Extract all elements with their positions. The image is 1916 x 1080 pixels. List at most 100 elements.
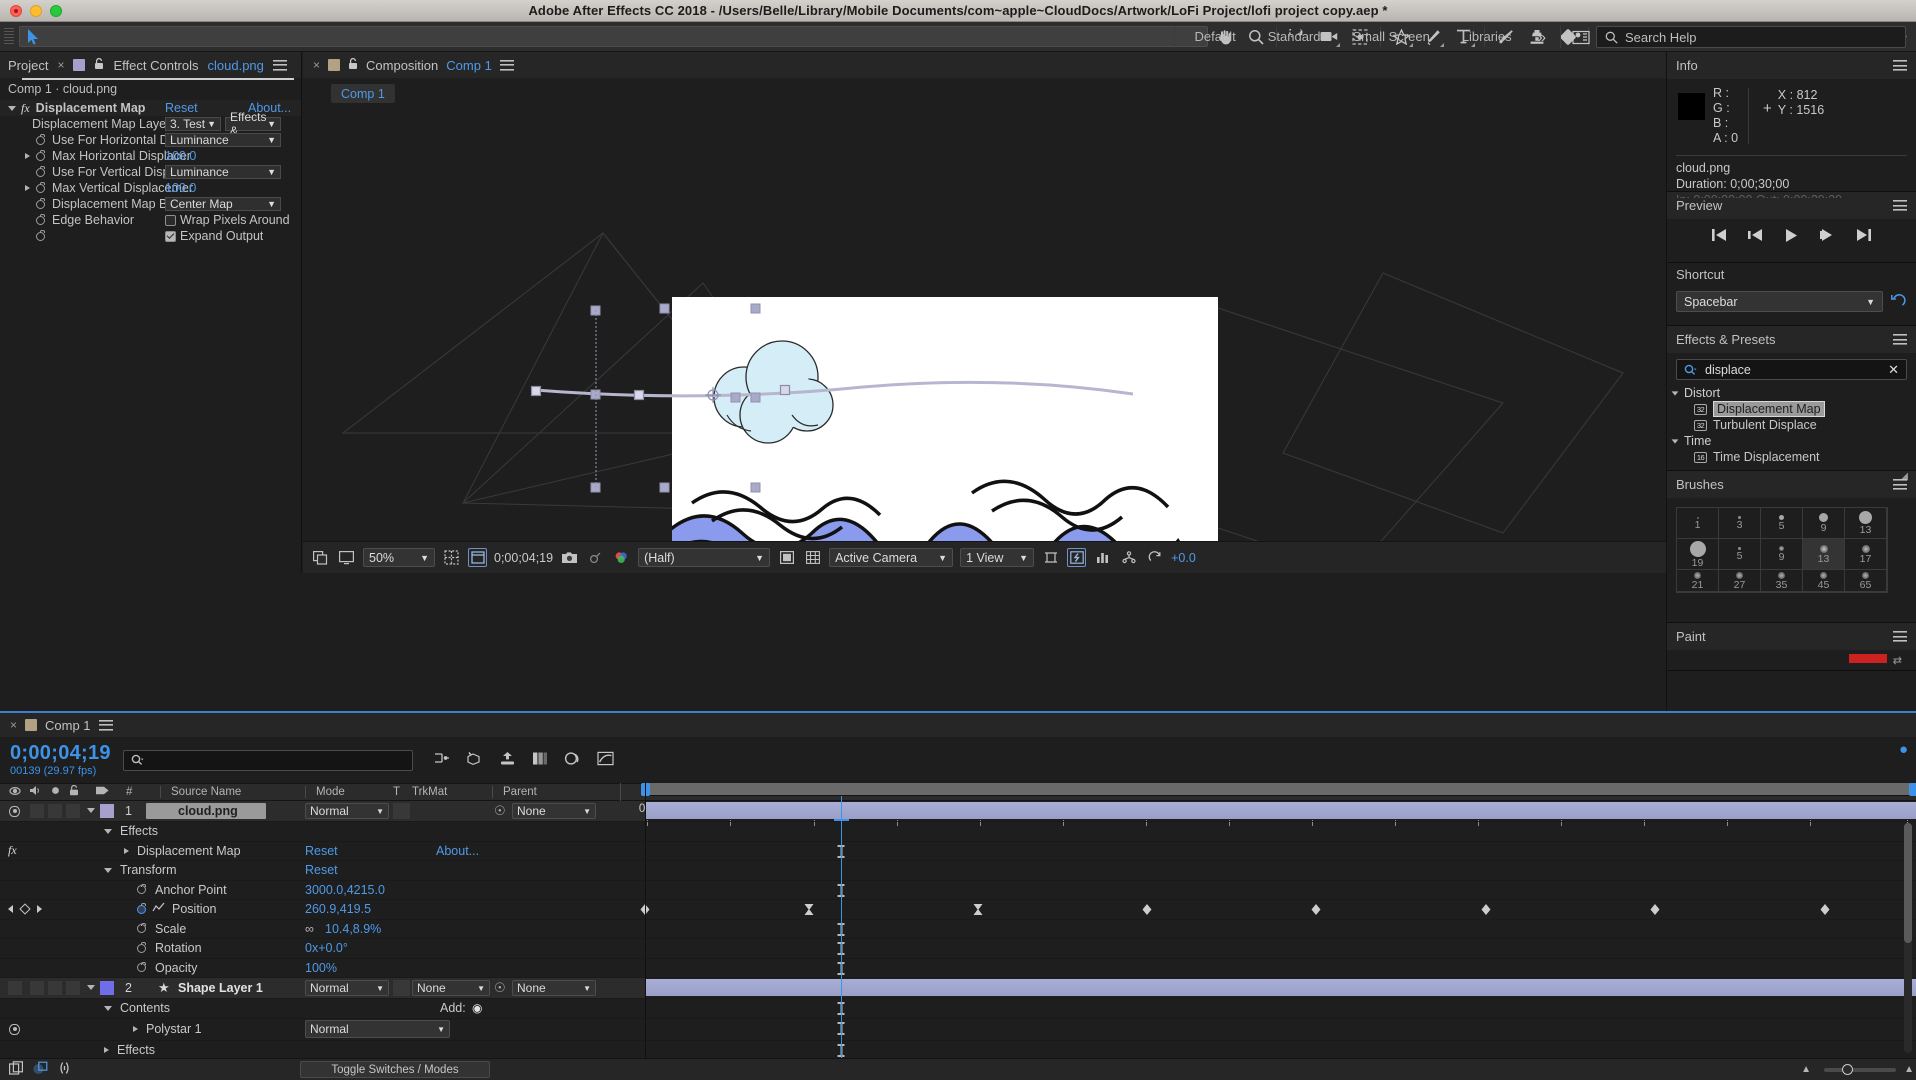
panel-menu-icon[interactable] [272,59,287,71]
graph-editor-icon[interactable] [597,751,614,769]
layer-mode-dropdown[interactable]: Normal ▼ [305,803,389,819]
stopwatch-icon[interactable] [36,230,45,241]
toggle-switches-modes-button[interactable]: Toggle Switches / Modes [300,1061,490,1078]
keyframe[interactable] [1311,904,1321,915]
layer-trkmat-dropdown[interactable]: None ▼ [412,980,490,996]
stopwatch-icon[interactable] [36,166,45,177]
stopwatch-icon[interactable] [36,182,45,193]
shape-layer-duration-bar[interactable] [645,978,1916,999]
table-row[interactable]: fx Displacement Map Reset About... [0,842,645,861]
lane[interactable] [645,959,1916,978]
current-time-display[interactable]: 0;00;04;19 00139 (29.97 fps) [10,743,111,777]
effect-about-link[interactable]: About... [436,844,479,858]
selection-tool[interactable] [19,26,1209,47]
stopwatch-icon[interactable] [36,214,45,225]
workspace-settings-icon[interactable] [1566,25,1595,49]
first-frame-button[interactable] [1712,229,1726,244]
toggle-viewer-layout-icon[interactable] [311,548,330,567]
property-row-map-behavior[interactable]: Displacement Map Behav Center Map ▼ [0,196,301,212]
stopwatch-icon[interactable] [137,922,146,934]
brush-cell[interactable]: 45 [1803,570,1845,592]
map-layer-dropdown[interactable]: 3. Test ▼ [165,117,221,131]
timeline-zoom-slider[interactable] [1824,1063,1896,1075]
keyframe[interactable] [1142,904,1152,915]
table-row[interactable]: Transform Reset [0,861,645,881]
tab-effect-controls[interactable]: Effect Controls [113,58,198,73]
show-channel-icon[interactable] [612,548,631,567]
property-row-horizontal-source[interactable]: Use For Horizontal Displa Luminance ▼ [0,132,301,148]
brush-cell[interactable]: 13 [1845,508,1887,539]
property-value[interactable]: 10.4,8.9% [325,922,381,936]
effect-reset-link[interactable]: Reset [305,844,338,858]
shape-visibility-toggle[interactable] [9,1023,20,1035]
brush-cell[interactable]: 19 [1677,539,1719,570]
property-row-expand-output[interactable]: Expand Output [0,228,301,244]
workspace-more-icon[interactable]: » [1528,29,1556,46]
table-row[interactable]: Polystar 1 Normal ▼ [0,1019,645,1041]
effects-search-field[interactable]: displace ✕ [1676,359,1907,380]
column-trkmat[interactable]: TrkMat [412,786,447,798]
add-keyframe-icon[interactable] [19,903,31,915]
brush-cell[interactable]: 27 [1719,570,1761,592]
property-row-vertical-source[interactable]: Use For Vertical Displacer Luminance ▼ [0,164,301,180]
table-row[interactable]: Effects [0,822,645,842]
add-shape-label[interactable]: Add: [440,1001,466,1015]
last-frame-button[interactable] [1857,229,1871,244]
effect-item-turbulent-displace[interactable]: 32 Turbulent Displace [1667,417,1916,433]
maximize-window-button[interactable] [50,4,62,17]
lock-icon[interactable] [94,57,104,73]
max-vertical-value[interactable]: 100.0 [165,181,196,195]
lane[interactable] [645,920,1916,939]
brush-grid[interactable]: 1 3 5 9 13 19 5 9 13 17 21 27 35 45 65 [1676,507,1888,593]
toggle-transparency-grid-icon[interactable] [803,548,822,567]
zoom-in-timeline-icon[interactable]: ▲ [1904,1064,1914,1075]
hide-shy-layers-icon[interactable] [499,751,516,769]
tab-composition-name[interactable]: Comp 1 [446,58,492,73]
layer-parent-dropdown[interactable]: None ▼ [512,803,596,819]
stopwatch-icon-active[interactable] [137,903,146,914]
pixel-aspect-correction-icon[interactable] [1041,548,1060,567]
keyframe[interactable] [1650,904,1660,915]
table-row[interactable]: Rotation 0x+0.0° [0,939,645,959]
max-horizontal-value[interactable]: 100.0 [165,149,196,163]
exposure-value[interactable]: +0.0 [1171,551,1196,565]
show-snapshot-icon[interactable] [586,548,605,567]
layer-name[interactable]: Shape Layer 1 [178,981,263,995]
lane[interactable] [645,999,1916,1019]
reset-shortcut-icon[interactable] [1891,293,1907,311]
clear-search-icon[interactable]: ✕ [1888,362,1899,378]
workspace-standard[interactable]: Standard [1252,22,1337,52]
previous-keyframe-icon[interactable] [8,905,13,914]
keyframe[interactable] [973,904,983,915]
zoom-out-timeline-icon[interactable]: ▲ [1801,1064,1811,1075]
motion-path[interactable] [303,103,1666,541]
column-mode[interactable]: Mode [305,786,345,798]
take-snapshot-icon[interactable] [560,548,579,567]
effects-category-distort[interactable]: Distort [1667,385,1916,401]
panel-menu-icon[interactable] [499,59,514,71]
table-row[interactable]: 2 ★ Shape Layer 1 Normal ▼ None ▼ ☉ None ▼ [0,978,645,999]
shortcut-dropdown[interactable]: Spacebar ▼ [1676,291,1883,312]
stopwatch-icon[interactable] [36,150,45,161]
draft-3d-icon[interactable] [466,751,483,769]
panel-menu-icon[interactable] [1893,200,1907,211]
panel-menu-icon[interactable] [1893,334,1907,345]
panel-menu-icon[interactable] [1893,631,1907,642]
horizontal-source-dropdown[interactable]: Luminance ▼ [165,133,281,147]
magnification-dropdown[interactable]: 50% ▼ [363,548,435,567]
keyframe-navigator[interactable] [8,903,42,915]
layer-duration-bar[interactable] [645,801,1916,822]
brush-cell-selected[interactable]: 13 [1803,539,1845,570]
paint-foreground-color[interactable] [1848,654,1887,663]
region-of-interest-icon[interactable] [468,548,487,567]
property-value[interactable]: 3000.0,4215.0 [305,883,385,897]
next-frame-button[interactable] [1820,229,1835,244]
workspace-default[interactable]: Default [1179,22,1252,52]
panel-menu-icon[interactable] [1893,479,1907,490]
map-behavior-dropdown[interactable]: Center Map ▼ [165,197,281,211]
zoom-slider-thumb[interactable] [1842,1063,1853,1075]
minimize-window-button[interactable] [30,4,42,17]
property-value[interactable]: 0x+0.0° [305,941,348,955]
timeline-graph[interactable] [640,801,1916,1080]
column-source-name[interactable]: Source Name [160,786,241,798]
